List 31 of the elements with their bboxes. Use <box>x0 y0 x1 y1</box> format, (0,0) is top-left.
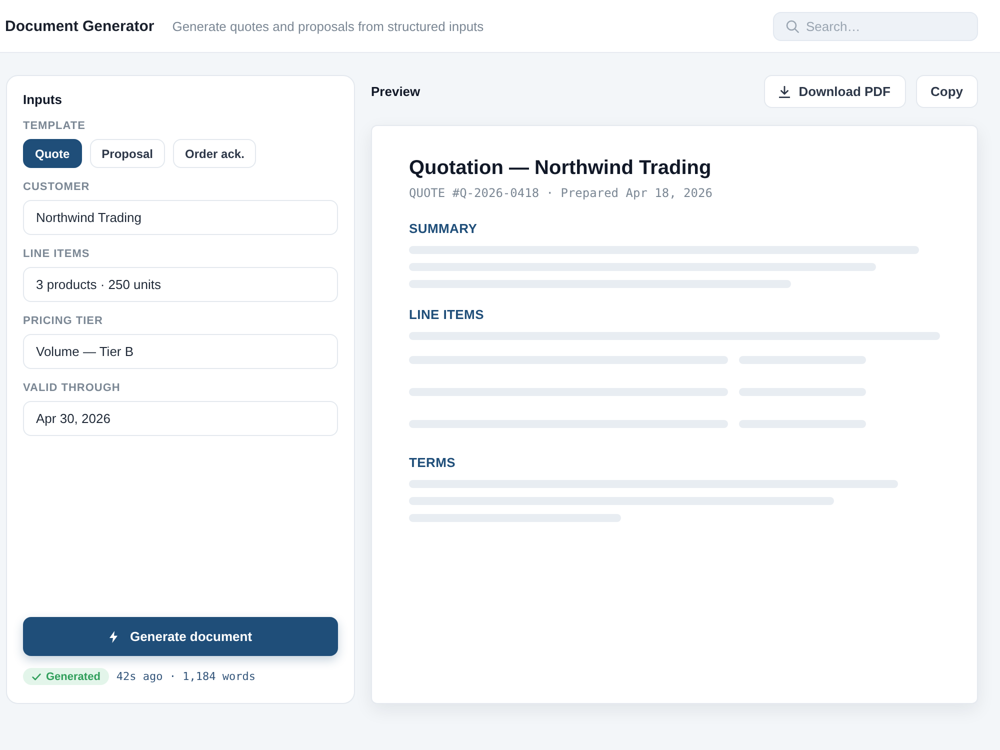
download-icon <box>778 86 790 98</box>
panel-title: Inputs <box>23 92 62 108</box>
input-field[interactable]: Volume — Tier B <box>23 334 338 369</box>
section-heading: TERMS <box>409 455 456 471</box>
lightning-icon <box>108 630 118 642</box>
app-title: Document Generator <box>5 18 154 34</box>
generate-button[interactable]: Generate document <box>23 617 338 656</box>
status-badge: Generated <box>23 668 110 685</box>
document-meta: QUOTE #Q-2026-0418 · Prepared Apr 18, 2026 <box>409 185 712 201</box>
template-option[interactable]: Proposal <box>90 139 166 168</box>
field-label: LINE ITEMS <box>23 247 90 261</box>
input-field[interactable]: Northwind Trading <box>23 200 338 235</box>
input-field[interactable]: 3 products · 250 units <box>23 267 338 302</box>
search-icon <box>786 20 799 32</box>
search-field[interactable]: Search… <box>773 12 978 40</box>
input-field[interactable]: Apr 30, 2026 <box>23 401 338 436</box>
status-detail: 42s ago · 1,184 words <box>116 670 256 683</box>
copy-button[interactable]: Copy <box>916 75 978 108</box>
section-heading: LINE ITEMS <box>409 307 484 323</box>
app-subtitle: Generate quotes and proposals from structured inputs <box>172 18 484 34</box>
field-label: CUSTOMER <box>23 180 90 194</box>
check-icon <box>32 672 41 680</box>
template-option[interactable]: Quote <box>23 139 82 168</box>
section-heading: SUMMARY <box>409 221 478 237</box>
field-label: TEMPLATE <box>23 119 86 133</box>
field-label: PRICING TIER <box>23 314 103 328</box>
document-title: Quotation — Northwind Trading <box>409 156 712 180</box>
preview-title: Preview <box>371 84 420 99</box>
field-label: VALID THROUGH <box>23 381 120 395</box>
download-button[interactable]: Download PDF <box>764 75 906 108</box>
template-option[interactable]: Order ack. <box>173 139 256 168</box>
